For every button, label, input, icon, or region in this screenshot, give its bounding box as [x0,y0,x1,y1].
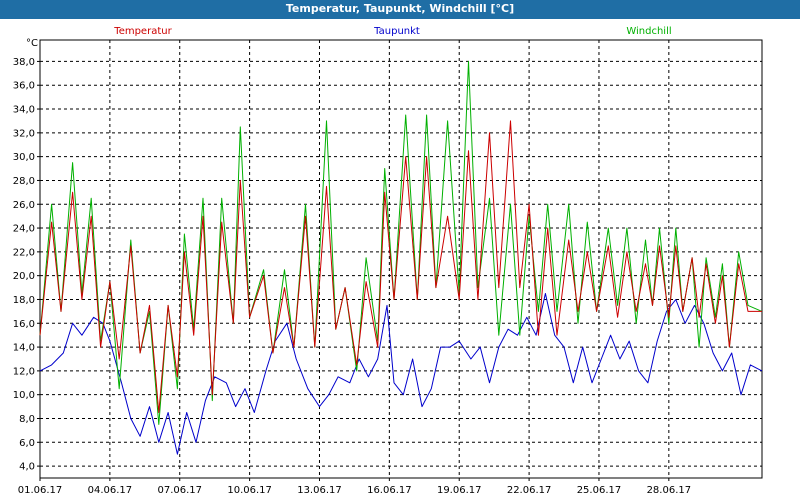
series-line-temperatur [39,120,762,413]
y-tick-label: 18,0 [13,295,35,306]
x-tick-label: 10.06.17 [227,485,272,496]
x-tick-label: 04.06.17 [88,485,133,496]
y-tick-label: 30,0 [13,152,35,163]
x-axis: 01.06.17 04.06.17 07.06.17 10.06.17 13.06.17… [18,478,691,496]
x-tick-label: 01.06.17 [18,485,63,496]
y-tick-label: 14,0 [13,343,35,354]
y-tick-label: 8,0 [19,414,35,425]
legend-entry: Temperatur [113,26,172,37]
y-tick-label: 24,0 [13,224,35,235]
y-tick-label: 6,0 [19,438,35,449]
legend: Temperatur Taupunkt Windchill [113,26,671,37]
y-tick-label: 20,0 [13,271,35,282]
plot-frame [39,39,763,479]
x-tick-label: 16.06.17 [367,485,412,496]
y-tick-label: 34,0 [13,105,35,116]
x-tick-label: 19.06.17 [437,485,482,496]
y-axis: 4,0 6,0 8,0 10,0 12,0 14,0 16,0 18,0 20,0 22,0 24,… [13,57,40,473]
y-tick-label: 22,0 [13,247,35,258]
chart-title: Temperatur, Taupunkt, Windchill [°C] [0,0,800,19]
y-tick-label: 16,0 [13,319,35,330]
y-tick-label: 4,0 [19,462,35,473]
series-line-windchill [39,60,763,425]
y-tick-label: 32,0 [13,128,35,139]
x-tick-label: 28.06.17 [647,485,692,496]
legend-entry: Taupunkt [373,26,420,37]
grid [39,40,762,478]
y-tick-label: 12,0 [13,366,35,377]
y-tick-label: 38,0 [13,57,35,68]
x-tick-label: 07.06.17 [157,485,202,496]
chart: 4,0 6,0 8,0 10,0 12,0 14,0 16,0 18,0 20,0 22,0 24,… [13,26,763,496]
y-tick-label: 26,0 [13,200,35,211]
legend-entry: Windchill [626,26,671,37]
y-tick-label: 36,0 [13,81,35,92]
x-tick-label: 13.06.17 [297,485,342,496]
x-tick-label: 25.06.17 [577,485,622,496]
y-axis-unit: °C [26,38,38,49]
y-tick-label: 10,0 [13,390,35,401]
x-tick-label: 22.06.17 [507,485,552,496]
y-tick-label: 28,0 [13,176,35,187]
series-group [39,60,763,455]
